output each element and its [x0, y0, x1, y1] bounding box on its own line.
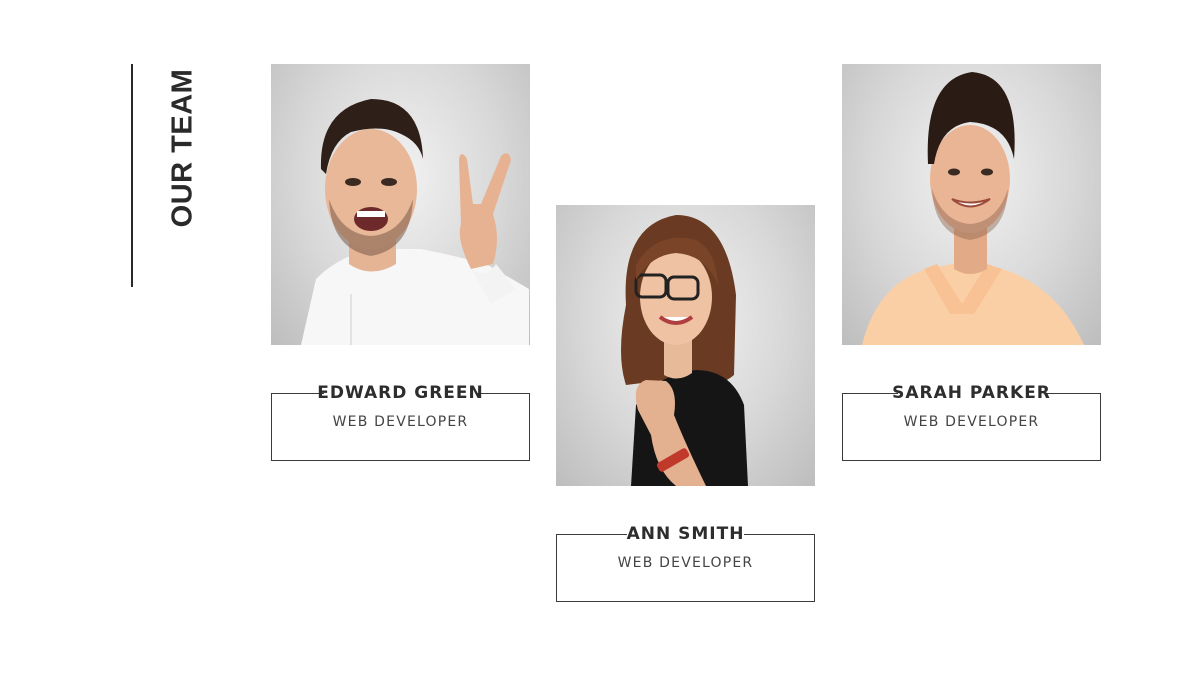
person-photo-icon	[301, 99, 529, 345]
member-role: WEB DEVELOPER	[617, 555, 754, 571]
member-name: ANN SMITH	[626, 524, 745, 544]
member-role: WEB DEVELOPER	[332, 414, 469, 430]
member-caption: EDWARD GREEN WEB DEVELOPER	[271, 383, 530, 461]
member-photo[interactable]	[271, 64, 530, 345]
member-name: SARAH PARKER	[892, 383, 1051, 403]
our-team-section: OUR TEAM EDWARD GREEN WEB DEVELOPER ANN …	[0, 0, 1200, 700]
team-member-card[interactable]: SARAH PARKER WEB DEVELOPER	[842, 64, 1101, 461]
member-photo[interactable]	[556, 205, 815, 486]
member-photo[interactable]	[842, 64, 1101, 345]
section-title: OUR TEAM	[166, 68, 199, 228]
member-role: WEB DEVELOPER	[903, 414, 1040, 430]
team-member-card[interactable]: EDWARD GREEN WEB DEVELOPER	[271, 64, 530, 461]
person-photo-icon	[621, 215, 748, 486]
team-member-card[interactable]: ANN SMITH WEB DEVELOPER	[556, 205, 815, 602]
member-name: EDWARD GREEN	[317, 383, 484, 403]
member-caption: ANN SMITH WEB DEVELOPER	[556, 524, 815, 602]
person-photo-icon	[862, 72, 1084, 345]
section-divider	[131, 64, 133, 287]
member-caption: SARAH PARKER WEB DEVELOPER	[842, 383, 1101, 461]
